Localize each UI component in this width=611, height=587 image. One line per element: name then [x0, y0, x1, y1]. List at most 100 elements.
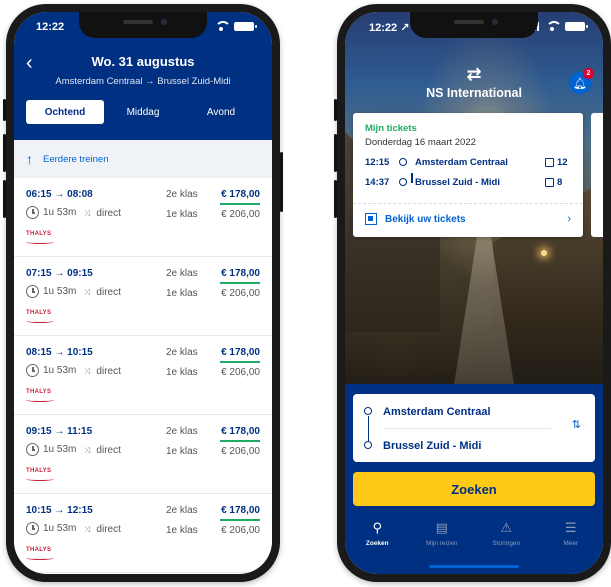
- app-title: NS International: [426, 86, 522, 100]
- destination-field[interactable]: Brussel Zuid - Midi: [383, 440, 481, 452]
- price-1st-class[interactable]: € 206,00: [221, 288, 260, 299]
- origin-field[interactable]: Amsterdam Centraal: [383, 406, 491, 418]
- clock-icon: [26, 522, 39, 535]
- earlier-trains-button[interactable]: ↑ Eerdere treinen: [14, 140, 272, 178]
- tab-storingen[interactable]: ⚠ Storingen: [474, 514, 539, 564]
- trip-type: direct: [96, 287, 121, 298]
- class-1-label: 1e klas: [166, 446, 198, 457]
- class-1-label: 1e klas: [166, 525, 198, 536]
- price-2nd-class[interactable]: € 178,00: [221, 347, 260, 358]
- price-underline: [220, 361, 260, 363]
- operator-logo: THALYS: [26, 547, 55, 560]
- clock-icon: [26, 206, 39, 219]
- tab-avond[interactable]: Avond: [182, 100, 260, 124]
- origin-dot-icon: [364, 407, 372, 415]
- search-icon: ⚲: [372, 520, 383, 535]
- battery-icon: [234, 21, 257, 31]
- trip-duration: 1u 53m: [43, 365, 77, 376]
- phone-button: [3, 134, 6, 172]
- ticket-arrival: 14:37 Brussel Zuid - Midi: [365, 177, 500, 188]
- chevron-right-icon: ›: [567, 213, 571, 225]
- tab-label: Meer: [563, 540, 579, 547]
- tab-meer[interactable]: ☰ Meer: [539, 514, 604, 564]
- bottom-tab-bar: ⚲ Zoeken ▤ Mijn reizen ⚠ Storingen ☰ Mee…: [345, 514, 603, 564]
- price-underline: [220, 282, 260, 284]
- search-button[interactable]: Zoeken: [353, 472, 595, 506]
- trip-row[interactable]: 08:15 → 10:15 1u 53m ⤨ direct THALYS 2e k…: [14, 336, 272, 415]
- tickets-icon: ▤: [435, 520, 448, 535]
- phone-button: [334, 99, 337, 121]
- price-2nd-class[interactable]: € 178,00: [221, 426, 260, 437]
- phone-button: [3, 180, 6, 218]
- tab-label: Zoeken: [365, 540, 389, 547]
- arrow-up-icon: ↑: [26, 151, 33, 167]
- route-subtitle: Amsterdam Centraal → Brussel Zuid-Midi: [55, 76, 231, 87]
- ns-logo-icon: ⇄: [466, 64, 482, 84]
- class-1-label: 1e klas: [166, 288, 198, 299]
- clock-icon: [26, 364, 39, 377]
- class-2-label: 2e klas: [166, 347, 198, 358]
- arrival-time: 14:37: [365, 177, 390, 188]
- price-2nd-class[interactable]: € 178,00: [221, 189, 260, 200]
- price-1st-class[interactable]: € 206,00: [221, 446, 260, 457]
- daypart-segmented-control: Ochtend Middag Avond: [26, 100, 260, 124]
- phone-button: [3, 99, 6, 121]
- class-2-label: 2e klas: [166, 426, 198, 437]
- tab-mijn-reizen[interactable]: ▤ Mijn reizen: [410, 514, 475, 564]
- clock-icon: [26, 285, 39, 298]
- phone-button: [334, 180, 337, 218]
- tab-zoeken[interactable]: ⚲ Zoeken: [345, 514, 410, 564]
- operator-logo: THALYS: [26, 310, 55, 323]
- trip-row[interactable]: 06:15 → 08:08 1u 53m ⤨ direct THALYS 2e k…: [14, 178, 272, 257]
- arrival-dot-icon: [399, 178, 407, 187]
- phone-left: 12:22 ‹ Wo. 31 augustus Amsterdam Centra…: [3, 4, 283, 582]
- price-1st-class[interactable]: € 206,00: [221, 209, 260, 220]
- trip-type: direct: [96, 445, 121, 456]
- menu-icon: ☰: [564, 520, 577, 535]
- notch: [79, 12, 207, 38]
- class-1-label: 1e klas: [166, 367, 198, 378]
- earlier-trains-label: Eerdere treinen: [43, 153, 109, 165]
- price-2nd-class[interactable]: € 178,00: [221, 505, 260, 516]
- operator-logo: THALYS: [26, 231, 55, 244]
- class-1-label: 1e klas: [166, 209, 198, 220]
- departure-platform: 12: [545, 157, 568, 168]
- phone-button: [334, 134, 337, 172]
- trip-row[interactable]: 10:15 → 12:15 1u 53m ⤨ direct THALYS 2e k…: [14, 494, 272, 573]
- platform-icon: [545, 178, 554, 187]
- trip-duration: 1u 53m: [43, 207, 77, 218]
- price-1st-class[interactable]: € 206,00: [221, 525, 260, 536]
- tab-middag[interactable]: Middag: [104, 100, 182, 124]
- swap-stations-button[interactable]: ⇅: [572, 418, 581, 431]
- class-2-label: 2e klas: [166, 189, 198, 200]
- bell-icon: 🔔︎: [573, 77, 587, 90]
- clock-icon: [26, 443, 39, 456]
- right-screen: 12:22 ↗ ⇄ NS International 🔔︎ 2 Mijn tic…: [345, 12, 603, 574]
- arrival-platform: 8: [545, 177, 562, 188]
- page-title: Wo. 31 augustus: [91, 54, 195, 69]
- notifications-button[interactable]: 🔔︎ 2: [569, 68, 594, 94]
- price-2nd-class[interactable]: € 178,00: [221, 268, 260, 279]
- route-line: [367, 416, 369, 441]
- direct-icon: ⤨: [84, 366, 91, 376]
- view-tickets-label: Bekijk uw tickets: [385, 213, 466, 225]
- divider: [383, 428, 551, 429]
- view-tickets-link[interactable]: Bekijk uw tickets: [365, 213, 466, 225]
- trip-row[interactable]: 07:15 → 09:15 1u 53m ⤨ direct THALYS 2e k…: [14, 257, 272, 336]
- tab-ochtend[interactable]: Ochtend: [26, 100, 104, 124]
- next-ticket-card[interactable]: [591, 113, 603, 237]
- trip-row[interactable]: 09:15 → 11:15 1u 53m ⤨ direct THALYS 2e k…: [14, 415, 272, 494]
- departure-dot-icon: [399, 158, 407, 167]
- wifi-icon: [545, 21, 562, 31]
- tab-label: Mijn reizen: [426, 540, 458, 547]
- operator-logo: THALYS: [26, 468, 55, 481]
- phone-right: 12:22 ↗ ⇄ NS International 🔔︎ 2 Mijn tic…: [334, 4, 611, 582]
- price-underline: [220, 440, 260, 442]
- my-tickets-card[interactable]: Mijn tickets Donderdag 16 maart 2022 12:…: [353, 113, 583, 237]
- class-2-label: 2e klas: [166, 268, 198, 279]
- price-1st-class[interactable]: € 206,00: [221, 367, 260, 378]
- trip-duration: 1u 53m: [43, 444, 77, 455]
- trip-times: 09:15 → 11:15: [26, 426, 93, 437]
- notch: [410, 12, 538, 38]
- destination-dot-icon: [364, 441, 372, 449]
